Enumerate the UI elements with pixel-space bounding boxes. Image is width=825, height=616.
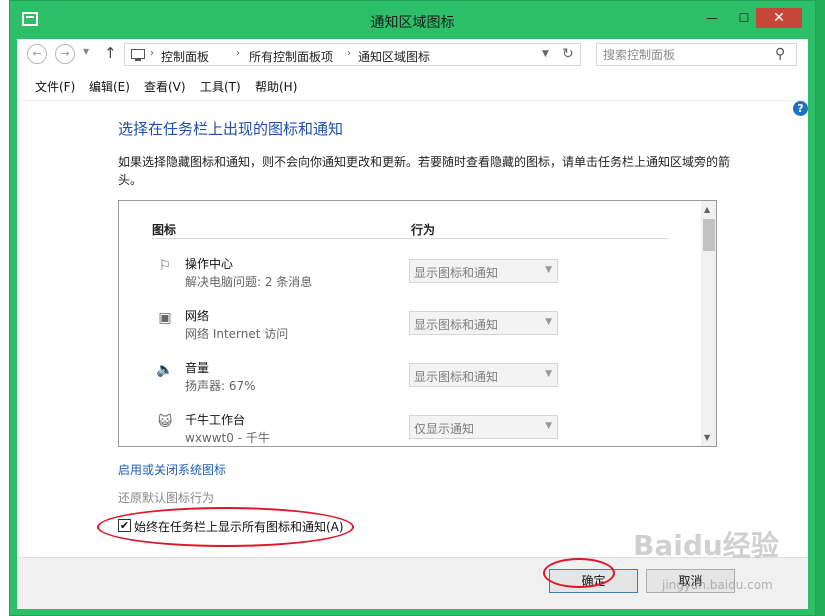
breadcrumb-separator[interactable]: › <box>236 48 240 59</box>
column-header-icon: 图标 <box>152 223 177 237</box>
item-name: 网络 <box>185 309 210 323</box>
up-button[interactable]: ↑ <box>104 44 117 62</box>
chevron-down-icon: ▼ <box>545 265 552 275</box>
restore-defaults-link: 还原默认图标行为 <box>118 491 215 505</box>
baidu-watermark: Baidu经验 <box>633 529 779 562</box>
list-item: ▣ 网络 网络 Internet 访问 显示图标和通知 ▼ <box>119 307 699 359</box>
menu-view[interactable]: 查看(V) <box>144 78 186 95</box>
behavior-select[interactable]: 显示图标和通知 ▼ <box>409 363 558 387</box>
icon-behavior-list[interactable]: 图标 行为 ⚐ 操作中心 解决电脑问题: 2 条消息 显示图标和通知 ▼ ▣ 网… <box>118 200 717 447</box>
close-button[interactable]: ✕ <box>756 8 802 28</box>
breadcrumb-control-panel[interactable]: 控制面板 <box>161 48 209 65</box>
item-subtitle: wxwwt0 - 千牛 <box>185 431 270 445</box>
forward-button[interactable]: → <box>55 44 75 64</box>
menu-bar: 文件(F) 编辑(E) 查看(V) 工具(T) 帮助(H) <box>17 70 808 100</box>
page-description: 如果选择隐藏图标和通知，则不会向你通知更改和更新。若要随时查看隐藏的图标，请单击… <box>118 155 731 187</box>
breadcrumb-all-items[interactable]: 所有控制面板项 <box>249 48 333 65</box>
refresh-icon[interactable]: ↻ <box>562 46 574 62</box>
breadcrumb-separator[interactable]: › <box>150 48 154 59</box>
window-title: 通知区域图标 <box>370 15 455 31</box>
page-title: 选择在任务栏上出现的图标和通知 <box>118 120 344 138</box>
always-show-all-label[interactable]: 始终在任务栏上显示所有图标和通知(A) <box>134 518 344 535</box>
navigation-bar: ← → ▼ ↑ › 控制面板 › 所有控制面板项 › 通知区域图标 ▼ ↻ ⚲ <box>17 39 808 70</box>
item-name: 音量 <box>185 361 210 375</box>
system-icons-link[interactable]: 启用或关闭系统图标 <box>118 461 226 478</box>
minimize-button[interactable]: — <box>698 8 726 28</box>
title-bar[interactable]: 通知区域图标 — ☐ ✕ <box>10 1 815 39</box>
maximize-button[interactable]: ☐ <box>730 8 758 28</box>
behavior-select[interactable]: 仅显示通知 ▼ <box>409 415 558 439</box>
item-name: 千牛工作台 <box>185 413 246 427</box>
menu-tools[interactable]: 工具(T) <box>200 78 241 95</box>
chevron-down-icon: ▼ <box>545 421 552 431</box>
behavior-value: 显示图标和通知 <box>414 266 499 280</box>
flag-icon: ⚐ <box>158 258 172 274</box>
address-dropdown-icon[interactable]: ▼ <box>542 49 549 59</box>
behavior-select[interactable]: 显示图标和通知 ▼ <box>409 311 558 335</box>
menu-file[interactable]: 文件(F) <box>35 78 75 95</box>
computer-icon <box>131 49 145 61</box>
baidu-watermark-url: jingyan.baidu.com <box>662 578 773 592</box>
ok-button[interactable]: 确定 <box>549 569 638 593</box>
item-name: 操作中心 <box>185 257 234 271</box>
column-header-behavior: 行为 <box>411 223 436 237</box>
recent-locations-dropdown-icon[interactable]: ▼ <box>83 47 89 56</box>
back-button[interactable]: ← <box>27 44 47 64</box>
list-item: ⚐ 操作中心 解决电脑问题: 2 条消息 显示图标和通知 ▼ <box>119 255 699 307</box>
behavior-value: 显示图标和通知 <box>414 370 499 384</box>
chevron-down-icon: ▼ <box>545 369 552 379</box>
chevron-down-icon: ▼ <box>545 317 552 327</box>
search-icon[interactable]: ⚲ <box>775 46 785 62</box>
scrollbar-thumb[interactable] <box>703 219 715 251</box>
scroll-up-icon[interactable]: ▲ <box>704 205 710 214</box>
behavior-select[interactable]: 显示图标和通知 ▼ <box>409 259 558 283</box>
item-subtitle: 网络 Internet 访问 <box>185 327 289 341</box>
breadcrumb-separator[interactable]: › <box>347 48 351 59</box>
breadcrumb-notification-icons[interactable]: 通知区域图标 <box>358 48 430 65</box>
search-box[interactable]: ⚲ <box>596 43 797 66</box>
scroll-down-icon[interactable]: ▼ <box>704 433 710 442</box>
help-icon[interactable]: ? <box>793 101 808 116</box>
behavior-value: 仅显示通知 <box>414 422 475 436</box>
header-divider <box>152 238 668 239</box>
list-item: 😺 千牛工作台 wxwwt0 - 千牛 仅显示通知 ▼ <box>119 411 699 446</box>
always-show-all-checkbox[interactable]: ✔ <box>118 519 131 532</box>
list-scrollbar[interactable]: ▲ ▼ <box>701 201 716 446</box>
item-subtitle: 扬声器: 67% <box>185 379 256 393</box>
behavior-value: 显示图标和通知 <box>414 318 499 332</box>
list-item: 🔈 音量 扬声器: 67% 显示图标和通知 ▼ <box>119 359 699 411</box>
main-content: ? 选择在任务栏上出现的图标和通知 如果选择隐藏图标和通知，则不会向你通知更改和… <box>17 100 808 557</box>
address-bar[interactable]: › 控制面板 › 所有控制面板项 › 通知区域图标 ▼ ↻ <box>124 43 581 66</box>
item-subtitle: 解决电脑问题: 2 条消息 <box>185 275 313 289</box>
search-input[interactable] <box>603 47 763 63</box>
menu-edit[interactable]: 编辑(E) <box>89 78 130 95</box>
speaker-icon: 🔈 <box>156 362 174 378</box>
menu-help[interactable]: 帮助(H) <box>255 78 297 95</box>
qianniu-icon: 😺 <box>157 414 173 430</box>
network-icon: ▣ <box>158 310 172 326</box>
